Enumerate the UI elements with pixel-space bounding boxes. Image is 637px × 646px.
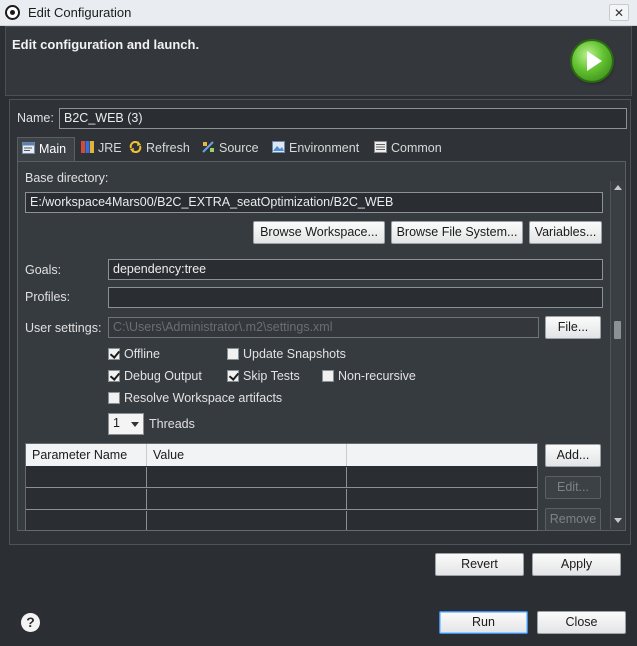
tab-source-label: Source	[219, 141, 259, 155]
non-recursive-checkbox[interactable]: Non-recursive	[322, 369, 416, 385]
scroll-down-icon[interactable]	[614, 518, 622, 523]
refresh-icon	[129, 140, 142, 154]
edit-parameter-button[interactable]: Edit...	[545, 476, 601, 499]
profiles-label: Profiles:	[25, 290, 71, 304]
variables-button[interactable]: Variables...	[529, 221, 602, 244]
resolve-workspace-checkbox-box[interactable]	[108, 392, 120, 404]
column-value[interactable]: Value	[147, 444, 347, 466]
chevron-down-icon	[131, 422, 139, 427]
remove-parameter-button[interactable]: Remove	[545, 508, 601, 531]
table-cell[interactable]	[347, 489, 537, 510]
profiles-input[interactable]	[108, 287, 603, 308]
main-icon	[22, 142, 35, 154]
column-extra[interactable]	[347, 444, 537, 466]
update-snapshots-checkbox-box[interactable]	[227, 348, 239, 360]
close-button[interactable]: Close	[537, 611, 626, 634]
name-input[interactable]: B2C_WEB (3)	[59, 108, 627, 129]
table-row[interactable]	[26, 467, 537, 488]
environment-icon	[272, 141, 285, 153]
tab-source[interactable]: Source	[198, 137, 263, 161]
banner-heading: Edit configuration and launch.	[12, 37, 200, 52]
browse-workspace-button[interactable]: Browse Workspace...	[253, 221, 385, 244]
header-banner: Edit configuration and launch.	[5, 26, 632, 96]
window-close-button[interactable]: ✕	[609, 4, 629, 21]
scroll-thumb[interactable]	[614, 321, 621, 339]
debug-output-label: Debug Output	[124, 369, 202, 383]
column-parameter-name[interactable]: Parameter Name	[26, 444, 147, 466]
window-titlebar: Edit Configuration ✕	[0, 0, 637, 26]
tab-environment[interactable]: Environment	[268, 137, 363, 161]
offline-checkbox[interactable]: Offline	[108, 347, 160, 363]
offline-checkbox-box[interactable]	[108, 348, 120, 360]
run-button[interactable]: Run	[439, 611, 528, 634]
resolve-workspace-label: Resolve Workspace artifacts	[124, 391, 283, 405]
vertical-scrollbar[interactable]	[610, 181, 624, 529]
common-icon	[374, 141, 387, 153]
base-directory-input[interactable]: E:/workspace4Mars00/B2C_EXTRA_seatOptimi…	[25, 192, 603, 213]
debug-output-checkbox-box[interactable]	[108, 370, 120, 382]
apply-button[interactable]: Apply	[532, 553, 621, 576]
tab-jre[interactable]: JRE	[77, 137, 126, 161]
update-snapshots-checkbox[interactable]: Update Snapshots	[227, 347, 346, 363]
run-icon	[572, 41, 612, 81]
goals-label: Goals:	[25, 263, 62, 277]
threads-value: 1	[113, 416, 120, 430]
table-cell[interactable]	[26, 511, 147, 530]
table-row[interactable]	[26, 511, 537, 530]
base-directory-label: Base directory:	[25, 171, 109, 185]
skip-tests-checkbox[interactable]: Skip Tests	[227, 369, 300, 385]
tab-jre-label: JRE	[98, 141, 122, 155]
table-cell[interactable]	[26, 467, 147, 488]
source-icon	[202, 141, 215, 153]
debug-output-checkbox[interactable]: Debug Output	[108, 369, 202, 385]
parameters-table[interactable]: Parameter Name Value	[25, 443, 538, 531]
tab-common[interactable]: Common	[370, 137, 446, 161]
file-button[interactable]: File...	[545, 316, 601, 339]
table-cell[interactable]	[147, 467, 347, 488]
tab-environment-label: Environment	[289, 141, 360, 155]
scroll-up-icon[interactable]	[614, 185, 622, 190]
user-settings-input[interactable]: C:\Users\Administrator\.m2\settings.xml	[108, 317, 539, 338]
name-label: Name:	[17, 111, 54, 125]
table-cell[interactable]	[147, 511, 347, 530]
non-recursive-label: Non-recursive	[338, 369, 416, 383]
threads-label: Threads	[149, 417, 195, 431]
offline-label: Offline	[124, 347, 160, 361]
eclipse-icon	[5, 5, 20, 20]
table-cell[interactable]	[147, 489, 347, 510]
goals-input[interactable]: dependency:tree	[108, 259, 603, 280]
window-title: Edit Configuration	[28, 5, 132, 20]
user-settings-label: User settings:	[25, 321, 102, 335]
skip-tests-checkbox-box[interactable]	[227, 370, 239, 382]
table-cell[interactable]	[347, 467, 537, 488]
help-icon[interactable]: ?	[21, 613, 40, 632]
browse-file-system-button[interactable]: Browse File System...	[391, 221, 523, 244]
threads-select[interactable]: 1	[108, 413, 144, 435]
table-cell[interactable]	[347, 511, 537, 530]
tab-main[interactable]: Main	[17, 137, 75, 161]
tab-main-label: Main	[39, 142, 67, 156]
update-snapshots-label: Update Snapshots	[243, 347, 346, 361]
tab-refresh[interactable]: Refresh	[125, 137, 194, 161]
add-parameter-button[interactable]: Add...	[545, 444, 601, 467]
tab-refresh-label: Refresh	[146, 141, 190, 155]
skip-tests-label: Skip Tests	[243, 369, 300, 383]
non-recursive-checkbox-box[interactable]	[322, 370, 334, 382]
revert-button[interactable]: Revert	[435, 553, 524, 576]
table-row[interactable]	[26, 489, 537, 510]
resolve-workspace-checkbox[interactable]: Resolve Workspace artifacts	[108, 391, 282, 407]
tab-common-label: Common	[391, 141, 442, 155]
table-cell[interactable]	[26, 489, 147, 510]
jre-icon	[81, 141, 94, 153]
table-header: Parameter Name Value	[26, 444, 537, 466]
